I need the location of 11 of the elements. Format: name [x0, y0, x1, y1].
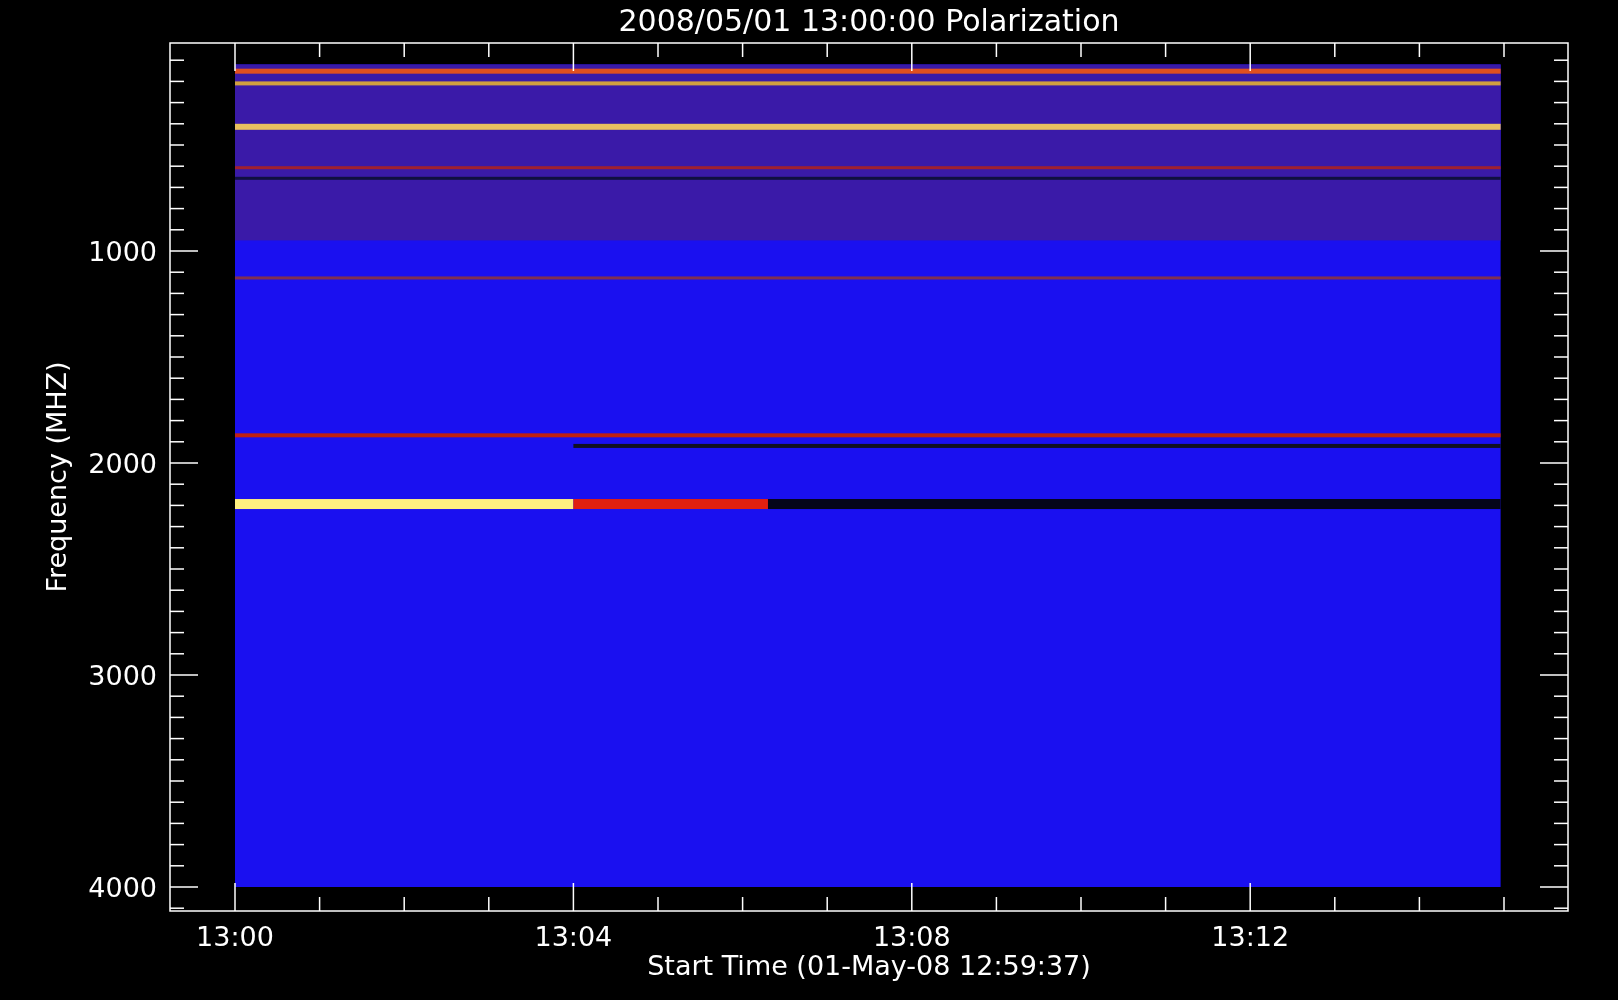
x-axis-title: Start Time (01-May-08 12:59:37): [647, 950, 1091, 981]
x-tick-label: 13:08: [872, 921, 951, 952]
y-tick-label: 4000: [88, 872, 157, 903]
y-axis-title: Frequency (MHZ): [41, 361, 72, 593]
y-tick-label: 2000: [88, 448, 157, 479]
x-tick-label: 13:12: [1211, 921, 1290, 952]
y-tick-label: 3000: [88, 660, 157, 691]
x-tick-label: 13:00: [196, 921, 274, 952]
x-tick-label: 13:04: [534, 921, 613, 952]
chart-title: 2008/05/01 13:00:00 Polarization: [618, 3, 1120, 38]
y-tick-label: 1000: [88, 236, 157, 267]
